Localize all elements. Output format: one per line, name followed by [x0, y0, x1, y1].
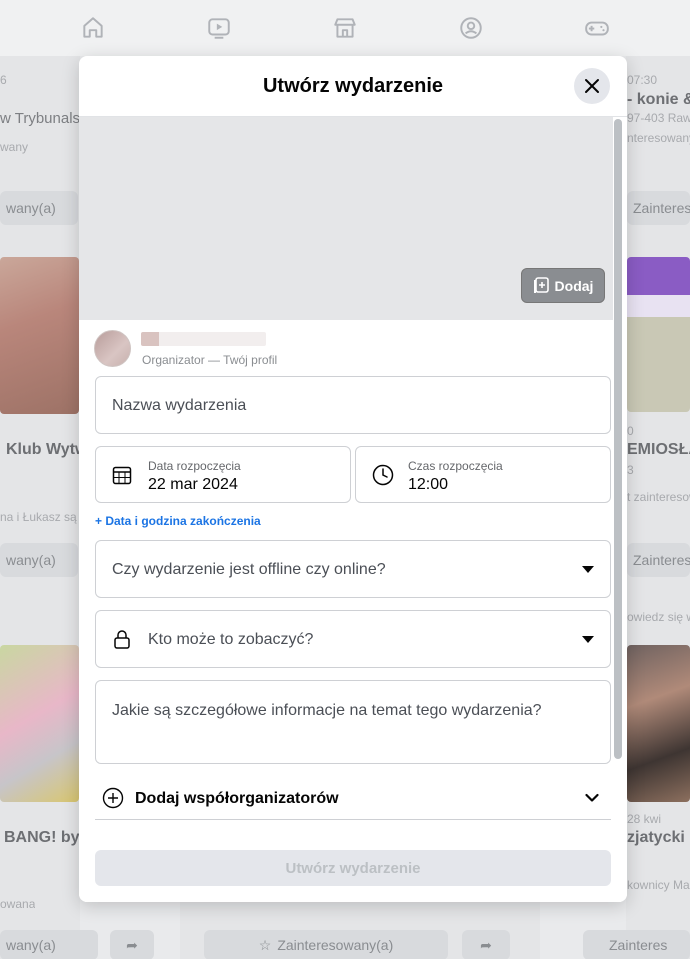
- bg-text: BANG! by S: [4, 829, 80, 846]
- bg-interested-label: Zainteresowany(a): [277, 937, 394, 953]
- bg-event-image[interactable]: [627, 257, 690, 412]
- top-navigation: [0, 0, 690, 56]
- bg-text: 97-403 Raw: [627, 111, 690, 125]
- dialog-footer: Utwórz wydarzenie: [79, 833, 627, 902]
- event-name-input[interactable]: Nazwa wydarzenia: [95, 376, 611, 434]
- event-name-placeholder: Nazwa wydarzenia: [112, 397, 247, 414]
- close-icon: [585, 79, 599, 93]
- bg-text: 28 kwi: [627, 812, 662, 826]
- bg-text: kownicy Ma: [627, 878, 690, 892]
- bg-text: Klub Wytw: [6, 441, 80, 458]
- caret-down-icon: [582, 566, 594, 573]
- bg-text: 0: [627, 424, 634, 438]
- event-details-placeholder: Jakie są szczegółowe informacje na temat…: [112, 702, 542, 719]
- bg-event-image[interactable]: [627, 645, 690, 802]
- bg-interested-button[interactable]: wany(a): [0, 543, 78, 577]
- add-end-date-link[interactable]: + Data i godzina zakończenia: [95, 514, 261, 528]
- star-icon: ☆: [258, 936, 272, 953]
- bg-interested-button[interactable]: wany(a): [0, 930, 98, 959]
- add-cohosts-label: Dodaj współorganizatorów: [135, 790, 339, 807]
- bg-text: EMIOSŁA: [627, 441, 690, 458]
- bg-text: 07:30: [627, 73, 658, 87]
- create-event-dialog: Utwórz wydarzenie Dodaj Organizator — Tw…: [79, 56, 627, 902]
- bg-text: w Trybunalsk: [0, 110, 80, 127]
- close-button[interactable]: [574, 68, 610, 104]
- marketplace-icon[interactable]: [332, 15, 358, 41]
- bg-interested-button[interactable]: Zainteres: [627, 191, 690, 225]
- lock-icon: [114, 630, 130, 649]
- add-cohosts-row[interactable]: Dodaj współorganizatorów: [95, 777, 611, 820]
- privacy-placeholder: Kto może to zobaczyć?: [148, 631, 314, 648]
- bg-interested-button[interactable]: Zainteres: [583, 930, 690, 959]
- caret-down-icon: [582, 636, 594, 643]
- bg-interested-button[interactable]: Zainteres: [627, 543, 690, 577]
- start-time-value: 12:00: [408, 476, 449, 493]
- add-photo-icon: [533, 277, 549, 293]
- bg-text: 3: [627, 463, 634, 477]
- share-icon[interactable]: ➦: [462, 930, 510, 959]
- gaming-icon[interactable]: [584, 15, 610, 41]
- organizer-subtitle: Organizator — Twój profil: [142, 353, 278, 367]
- create-event-button[interactable]: Utwórz wydarzenie: [95, 850, 611, 886]
- location-type-select[interactable]: Czy wydarzenie jest offline czy online?: [95, 540, 611, 598]
- bg-text: - konie &: [627, 91, 690, 108]
- bg-event-image[interactable]: [0, 645, 79, 802]
- location-type-placeholder: Czy wydarzenie jest offline czy online?: [112, 561, 386, 578]
- privacy-select[interactable]: Kto może to zobaczyć?: [95, 610, 611, 668]
- add-cover-label: Dodaj: [554, 277, 594, 294]
- bg-text: wany: [0, 140, 29, 154]
- add-circle-icon: [102, 787, 124, 809]
- start-date-field[interactable]: Data rozpoczęcia 22 mar 2024: [95, 446, 351, 503]
- start-time-label: Czas rozpoczęcia: [408, 459, 503, 473]
- bg-interested-button[interactable]: ☆ Zainteresowany(a): [204, 930, 448, 959]
- calendar-icon: [112, 466, 132, 485]
- dialog-title: Utwórz wydarzenie: [262, 74, 444, 97]
- bg-text: owana: [0, 897, 36, 911]
- bg-text: t zainteresow: [627, 490, 690, 504]
- video-icon[interactable]: [206, 15, 232, 41]
- share-icon[interactable]: ➦: [110, 930, 154, 959]
- avatar: [94, 330, 131, 367]
- dialog-scroll-area[interactable]: Dodaj Organizator — Twój profil Nazwa wy…: [79, 117, 627, 833]
- start-time-field[interactable]: Czas rozpoczęcia 12:00: [355, 446, 611, 503]
- dialog-header: Utwórz wydarzenie: [79, 56, 627, 117]
- home-icon[interactable]: [80, 15, 106, 41]
- groups-icon[interactable]: [458, 15, 484, 41]
- clock-icon: [372, 464, 394, 486]
- add-cover-photo-button[interactable]: Dodaj: [521, 268, 605, 303]
- organizer-info: Organizator — Twój profil: [94, 330, 494, 370]
- bg-text: zjatycki B: [627, 829, 690, 846]
- event-details-textarea[interactable]: Jakie są szczegółowe informacje na temat…: [95, 680, 611, 764]
- bg-interested-button[interactable]: wany(a): [0, 191, 78, 225]
- bg-text: owiedz się w: [627, 610, 690, 624]
- bg-event-image[interactable]: [0, 257, 79, 414]
- organizer-name-redacted: [141, 332, 266, 346]
- bg-text: 6: [0, 73, 7, 87]
- start-date-label: Data rozpoczęcia: [148, 459, 241, 473]
- chevron-down-icon: [585, 793, 599, 802]
- start-date-value: 22 mar 2024: [148, 476, 238, 493]
- scrollbar-thumb[interactable]: [614, 119, 622, 759]
- bg-text: nteresowanych: [627, 131, 690, 145]
- bg-text: na i Łukasz są z: [0, 510, 80, 524]
